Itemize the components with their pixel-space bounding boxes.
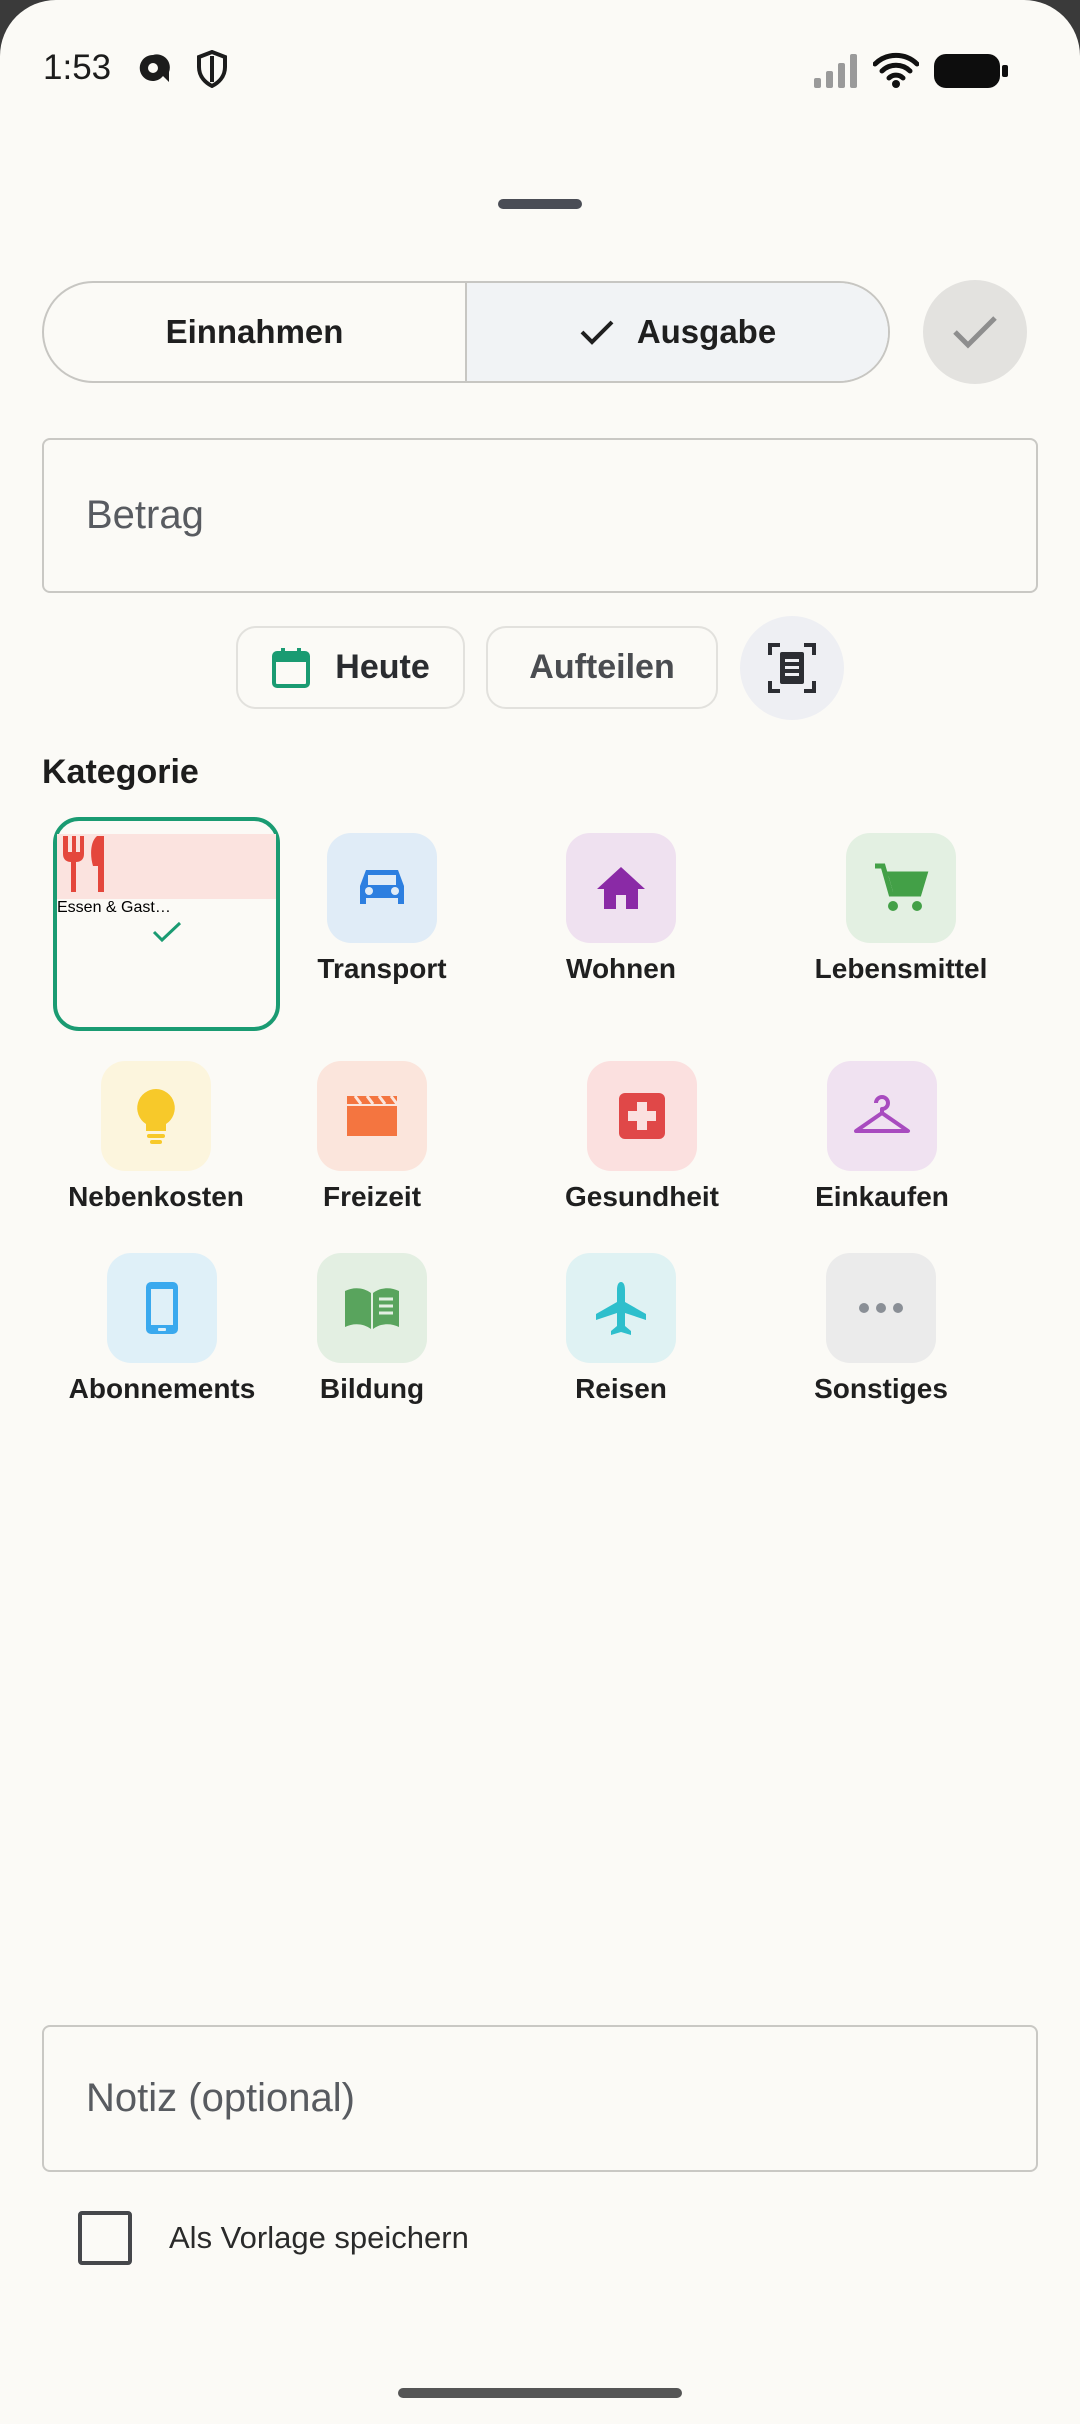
date-label: Heute xyxy=(335,648,430,686)
category-label: Nebenkosten xyxy=(68,1181,244,1212)
home-icon xyxy=(566,833,676,943)
expense-segment[interactable]: Ausgabe xyxy=(465,283,888,381)
category-item-freizeit[interactable]: Freizeit xyxy=(252,1061,492,1213)
category-label: Essen & Gast… xyxy=(57,899,171,916)
note-placeholder: Notiz (optional) xyxy=(86,2076,356,2120)
cellular-signal-icon xyxy=(814,54,857,88)
type-toggle: Einnahmen Ausgabe xyxy=(42,281,890,383)
amount-input[interactable]: Betrag xyxy=(42,438,1038,593)
category-item-einkaufen[interactable]: Einkaufen xyxy=(762,1061,1002,1213)
split-chip[interactable]: Aufteilen xyxy=(486,626,718,709)
hanger-icon xyxy=(827,1061,937,1171)
income-segment[interactable]: Einnahmen xyxy=(44,283,465,381)
medical-icon xyxy=(587,1061,697,1171)
category-label: Transport xyxy=(317,953,447,984)
lightbulb-icon xyxy=(101,1061,211,1171)
save-template-checkbox[interactable] xyxy=(78,2211,132,2265)
category-label: Sonstiges xyxy=(814,1373,948,1404)
check-icon xyxy=(953,316,997,349)
battery-icon xyxy=(934,54,1008,88)
calendar-icon xyxy=(271,647,311,689)
date-chip[interactable]: Heute xyxy=(236,626,465,709)
category-item-wohnen[interactable]: Wohnen xyxy=(501,833,741,985)
save-template-label: Als Vorlage speichern xyxy=(169,2220,469,2255)
category-item-essen-gastronomie[interactable]: Essen & Gast… xyxy=(53,817,280,1031)
category-item-sonstiges[interactable]: Sonstiges xyxy=(761,1253,1001,1405)
add-transaction-sheet: 1:53 Einnahmen Ausgabe Betrag Heute Auft… xyxy=(0,0,1080,2424)
airplane-icon xyxy=(566,1253,676,1363)
category-item-abonnements[interactable]: Abonnements xyxy=(42,1253,282,1405)
home-indicator[interactable] xyxy=(398,2388,682,2398)
scan-receipt-button[interactable] xyxy=(740,616,844,720)
document-scanner-icon xyxy=(768,643,816,693)
expense-label: Ausgabe xyxy=(636,313,777,350)
shield-icon xyxy=(197,50,227,88)
check-icon xyxy=(579,318,615,346)
wifi-icon xyxy=(873,52,919,88)
income-label: Einnahmen xyxy=(165,313,344,350)
category-label: Gesundheit xyxy=(564,1181,719,1212)
category-item-bildung[interactable]: Bildung xyxy=(252,1253,492,1405)
split-label: Aufteilen xyxy=(529,648,675,686)
category-label: Freizeit xyxy=(322,1181,422,1212)
amount-placeholder: Betrag xyxy=(86,493,204,537)
phone-icon xyxy=(107,1253,217,1363)
movie-icon xyxy=(317,1061,427,1171)
category-item-reisen[interactable]: Reisen xyxy=(501,1253,741,1405)
category-label: Einkaufen xyxy=(815,1181,949,1212)
more-icon xyxy=(826,1253,936,1363)
category-label: Lebensmittel xyxy=(814,953,988,984)
car-icon xyxy=(327,833,437,943)
book-icon xyxy=(317,1253,427,1363)
category-label: Wohnen xyxy=(566,953,676,984)
save-template-row[interactable]: Als Vorlage speichern xyxy=(78,2211,469,2265)
drag-handle[interactable] xyxy=(498,199,582,209)
check-icon xyxy=(152,921,181,943)
category-label: Bildung xyxy=(319,1373,425,1404)
category-item-nebenkosten[interactable]: Nebenkosten xyxy=(36,1061,276,1213)
restaurant-icon xyxy=(57,834,276,899)
category-item-gesundheit[interactable]: Gesundheit xyxy=(522,1061,762,1213)
confirm-button[interactable] xyxy=(923,280,1027,384)
category-item-lebensmittel[interactable]: Lebensmittel xyxy=(781,833,1021,985)
category-item-transport[interactable]: Transport xyxy=(262,833,502,985)
category-title: Kategorie xyxy=(42,753,199,791)
notification-icon xyxy=(139,54,170,82)
cart-icon xyxy=(846,833,956,943)
status-time: 1:53 xyxy=(43,48,112,87)
category-label: Abonnements xyxy=(68,1373,256,1404)
note-input[interactable]: Notiz (optional) xyxy=(42,2025,1038,2172)
category-label: Reisen xyxy=(575,1373,667,1404)
